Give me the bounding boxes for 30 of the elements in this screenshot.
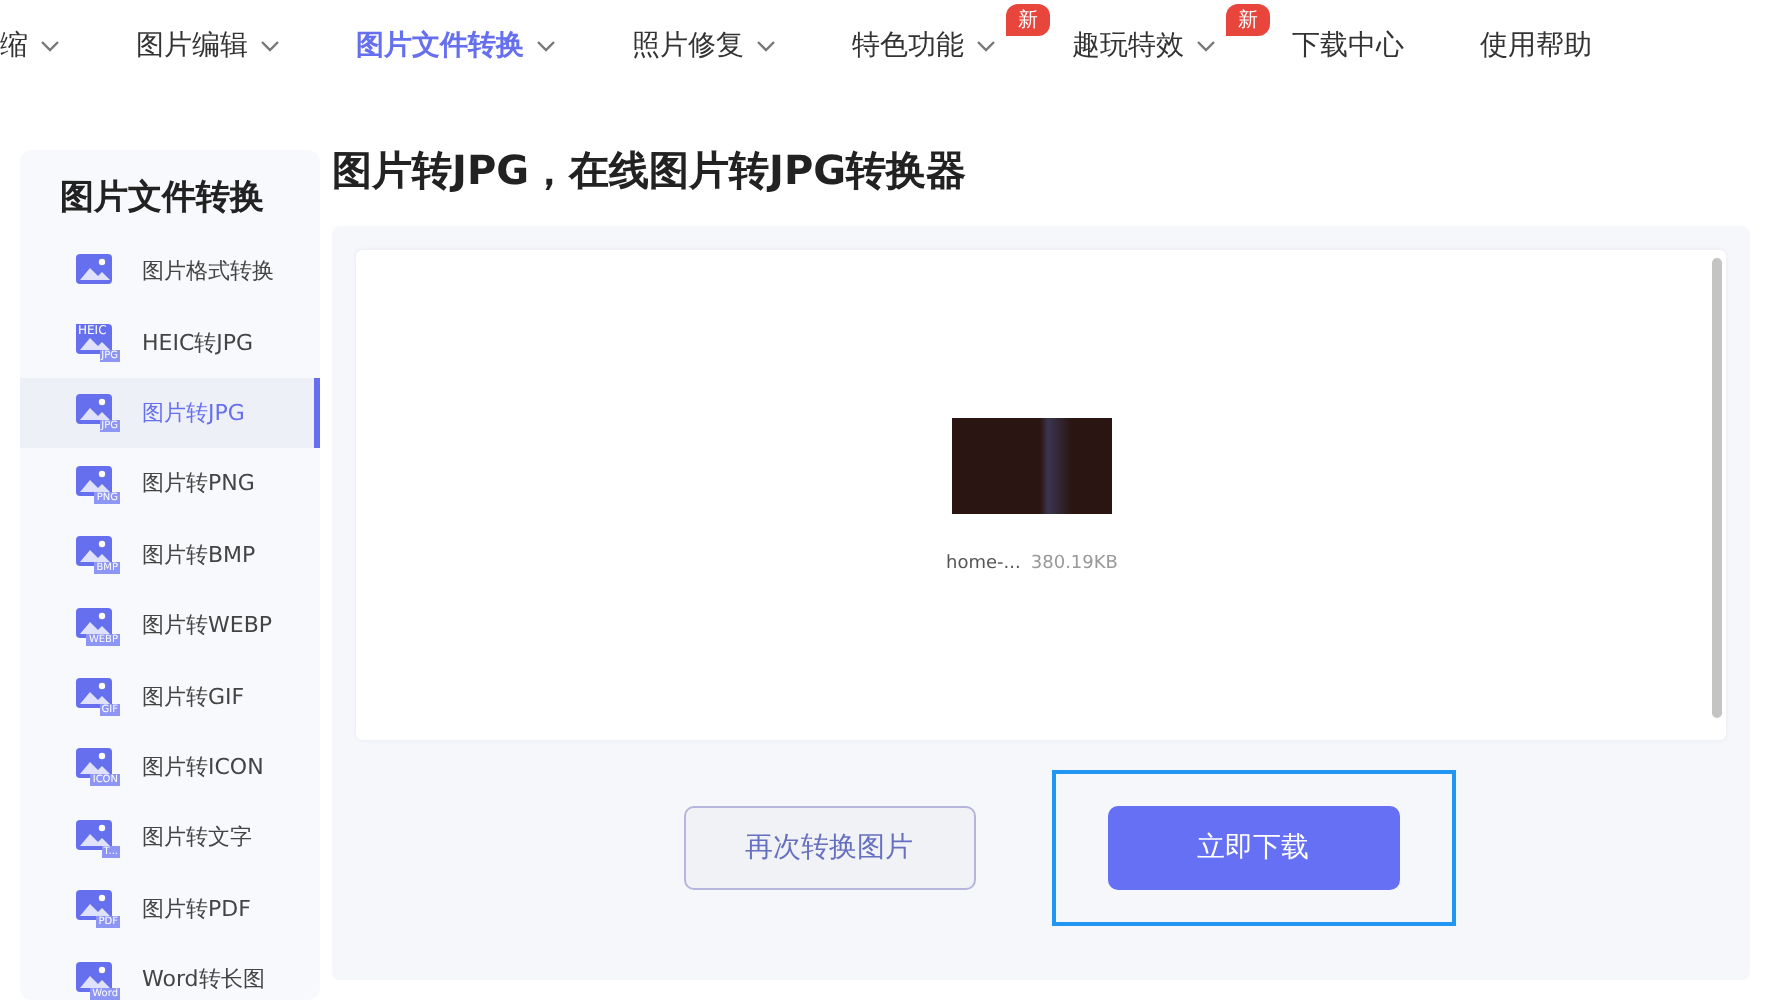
nav-menu-item[interactable]: 使用帮助 [1480,27,1592,63]
nav-menu-item[interactable]: 趣玩特效 [1072,27,1216,63]
sidebar-item-label: HEIC转JPG [142,327,254,358]
sidebar-item-label: 图片转文字 [142,822,252,853]
download-button[interactable]: 立即下载 [1107,806,1399,890]
nav-menu-item[interactable]: 下载中心 [1292,27,1404,63]
sidebar-item-label: 图片转GIF [142,681,245,712]
sidebar-item-label: Word转长图 [142,964,265,995]
file-size: 380.19KB [1030,553,1118,573]
nav-menu-item[interactable]: 照片修复 [632,27,776,63]
scrollbar[interactable] [1712,258,1722,718]
sidebar-item-label: 图片转BMP [142,539,256,570]
nav-menu-item[interactable]: 图片编辑 [136,27,280,63]
nav-menu-item[interactable]: 特色功能 [852,27,996,63]
new-badge: 新 [1006,3,1050,35]
sidebar-item[interactable]: 图片格式转换 [20,236,320,307]
new-badge: 新 [1226,3,1270,35]
convert-again-button[interactable]: 再次转换图片 [683,806,975,890]
nav-menu-item[interactable]: 图片文件转换 [356,27,556,63]
sidebar-item-label: 图片转WEBP [142,610,273,641]
sidebar-item-label: 图片转ICON [142,751,264,782]
page-title: 图片转JPG，在线图片转JPG转换器 [332,144,969,198]
nav-menu-item[interactable]: 缩 [0,27,60,63]
sidebar-item-label: 图片格式转换 [142,256,274,287]
sidebar-title: 图片文件转换 [58,176,266,220]
sidebar-item-label: 图片转PDF [142,893,251,924]
sidebar-item-label: 图片转PNG [142,468,255,499]
file-name: home-... [946,553,1021,573]
sidebar-item-label: 图片转JPG [142,397,245,428]
image-icon [76,253,116,290]
